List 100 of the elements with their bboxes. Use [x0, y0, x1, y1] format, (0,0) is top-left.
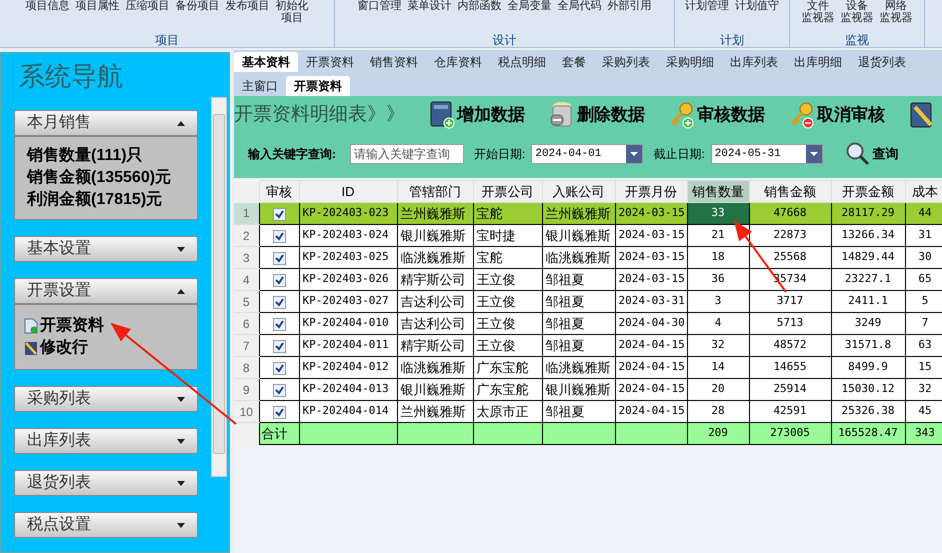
- ribbon-button[interactable]: 项目属性: [76, 0, 120, 12]
- tab[interactable]: 基本资料: [234, 52, 298, 72]
- table-cell: 15030.12: [831, 378, 905, 400]
- checkbox[interactable]: [272, 296, 286, 309]
- ribbon-button[interactable]: 计划值守: [735, 0, 779, 12]
- table-row[interactable]: 8 KP-202404-012 临洮巍雅斯 广东宝舵 临洮巍雅斯 2024-04-15 14 14655 8499.9 15: [234, 356, 942, 378]
- nav-link[interactable]: 修改行: [40, 337, 88, 359]
- tab[interactable]: 主窗口: [234, 76, 286, 96]
- search-field[interactable]: 请输入关键字查询: [350, 144, 464, 164]
- section-header[interactable]: 税点设置: [14, 512, 198, 538]
- ribbon-button[interactable]: 内部函数: [458, 0, 502, 12]
- ribbon-button[interactable]: 初始化 项目: [276, 0, 308, 24]
- tab[interactable]: 采购明细: [658, 52, 722, 72]
- toolbar-button[interactable]: 审核数据: [669, 101, 765, 129]
- table-row[interactable]: 1 KP-202403-023 兰州巍雅斯 宝舵 兰州巍雅斯 2024-03-15 33 47668 28117.29 44: [234, 202, 942, 224]
- table-row[interactable]: 3 KP-202403-025 临洮巍雅斯 宝舵 临洮巍雅斯 2024-03-15 18 25568 14829.44 30: [234, 246, 942, 268]
- search-button[interactable]: 查询: [844, 141, 899, 167]
- section-header[interactable]: 开票设置: [14, 278, 198, 304]
- table-cell: KP-202403-025: [299, 246, 397, 268]
- checkbox[interactable]: [272, 362, 286, 375]
- toolbar-button[interactable]: 删除数据: [549, 101, 645, 129]
- table-cell: 18: [687, 246, 749, 268]
- table-cell: 宝舵: [473, 202, 542, 224]
- checkbox[interactable]: [272, 340, 286, 353]
- table-row[interactable]: 7 KP-202404-011 精宇斯公司 王立俊 邹祖夏 2024-04-15 32 48572 31571.8 63: [234, 334, 942, 356]
- table-cell: 14: [687, 356, 749, 378]
- table-cell: 2024-03-15: [615, 268, 687, 290]
- ribbon-button[interactable]: 菜单设计: [408, 0, 452, 12]
- ribbon-button[interactable]: 备份项目: [176, 0, 220, 12]
- tab[interactable]: 开票资料: [286, 76, 350, 96]
- toolbar-button[interactable]: 增加数据: [429, 101, 525, 129]
- section-header[interactable]: 本月销售: [14, 110, 198, 136]
- checkbox[interactable]: [272, 252, 286, 265]
- tab[interactable]: 退货列表: [850, 52, 914, 72]
- table-cell: 3249: [831, 312, 905, 334]
- tab[interactable]: 出库明细: [786, 52, 850, 72]
- table-cell: 20: [687, 378, 749, 400]
- table-cell: 邹祖夏: [542, 334, 615, 356]
- table-cell: 2024-04-30: [615, 312, 687, 334]
- section-header[interactable]: 退货列表: [14, 470, 198, 496]
- total-cell: 273005: [749, 422, 831, 444]
- row-number: 7: [234, 334, 259, 356]
- ribbon-button[interactable]: 全局代码: [558, 0, 602, 12]
- section-header[interactable]: 采购列表: [14, 386, 198, 412]
- tab[interactable]: 开票资料: [298, 52, 362, 72]
- checkbox[interactable]: [272, 318, 286, 331]
- tab[interactable]: 仓库资料: [426, 52, 490, 72]
- checkbox[interactable]: [272, 274, 286, 287]
- table-cell: 2411.1: [831, 290, 905, 312]
- section-header[interactable]: 出库列表: [14, 428, 198, 454]
- section-header[interactable]: 基本设置: [14, 236, 198, 262]
- table-cell: 邹祖夏: [542, 268, 615, 290]
- table-cell: KP-202403-026: [299, 268, 397, 290]
- checkbox[interactable]: [272, 384, 286, 397]
- ribbon-button[interactable]: 计划管理: [685, 0, 729, 12]
- scrollbar[interactable]: [211, 97, 227, 477]
- table-row[interactable]: 2 KP-202403-024 银川巍雅斯 宝时捷 银川巍雅斯 2024-03-15 21 22873 13266.34 31: [234, 224, 942, 246]
- toolbar-button[interactable]: 取消审核: [789, 101, 885, 129]
- ribbon-button[interactable]: 设备 监视器: [840, 0, 874, 24]
- date-picker[interactable]: 2024-04-01: [531, 144, 644, 164]
- table-cell: 兰州巍雅斯: [397, 202, 473, 224]
- ribbon-group-label: 监视: [844, 32, 870, 47]
- column-header[interactable]: 销售数量: [687, 180, 749, 202]
- checkbox[interactable]: [272, 230, 286, 243]
- table-cell: 4: [687, 312, 749, 334]
- ribbon-button[interactable]: 全局变量: [508, 0, 552, 12]
- table-cell: 2024-03-15: [615, 202, 687, 224]
- tab[interactable]: 出库列表: [722, 52, 786, 72]
- ribbon-button[interactable]: 压缩项目: [126, 0, 170, 12]
- ribbon-button[interactable]: 发布项目: [226, 0, 270, 12]
- table-cell: 2024-03-15: [615, 224, 687, 246]
- table-row[interactable]: 9 KP-202404-013 银川巍雅斯 广东宝舵 银川巍雅斯 2024-04-15 20 25914 15030.12 32: [234, 378, 942, 400]
- table-cell: 王立俊: [473, 334, 542, 356]
- table-cell: 13266.34: [831, 224, 905, 246]
- checkbox[interactable]: [272, 208, 286, 221]
- ribbon-button[interactable]: 项目信息: [26, 0, 70, 12]
- table-cell: 28117.29: [831, 202, 905, 224]
- notebook-pencil-icon[interactable]: [909, 101, 935, 129]
- ribbon-button[interactable]: 网络 监视器: [880, 0, 912, 24]
- row-number: 3: [234, 246, 259, 268]
- table-cell: 31571.8: [831, 334, 905, 356]
- ribbon-button[interactable]: 窗口管理: [358, 0, 402, 12]
- tab[interactable]: 销售资料: [362, 52, 426, 72]
- tab[interactable]: 套餐: [554, 52, 594, 72]
- table-row[interactable]: 6 KP-202404-010 吉达利公司 王立俊 邹祖夏 2024-04-30 4 5713 3249 7: [234, 312, 942, 334]
- nav-link[interactable]: 开票资料: [40, 315, 104, 337]
- row-number: 4: [234, 268, 259, 290]
- column-header[interactable]: ID: [299, 180, 397, 202]
- table-cell: 临洮巍雅斯: [397, 356, 473, 378]
- checkbox[interactable]: [272, 406, 286, 419]
- ribbon-group-label: 计划: [719, 32, 745, 47]
- tab[interactable]: 采购列表: [594, 52, 658, 72]
- tab[interactable]: 税点明细: [490, 52, 554, 72]
- table-cell: 32: [687, 334, 749, 356]
- date-picker[interactable]: 2024-05-31: [710, 144, 823, 164]
- table-cell: 临洮巍雅斯: [542, 246, 615, 268]
- ribbon-button[interactable]: 外部引用: [608, 0, 652, 12]
- ribbon-button[interactable]: 文件 监视器: [802, 0, 834, 24]
- table-row[interactable]: 5 KP-202403-027 吉达利公司 王立俊 邹祖夏 2024-03-31 3 3717 2411.1 5: [234, 290, 942, 312]
- date-label: 截止日期:: [653, 146, 705, 163]
